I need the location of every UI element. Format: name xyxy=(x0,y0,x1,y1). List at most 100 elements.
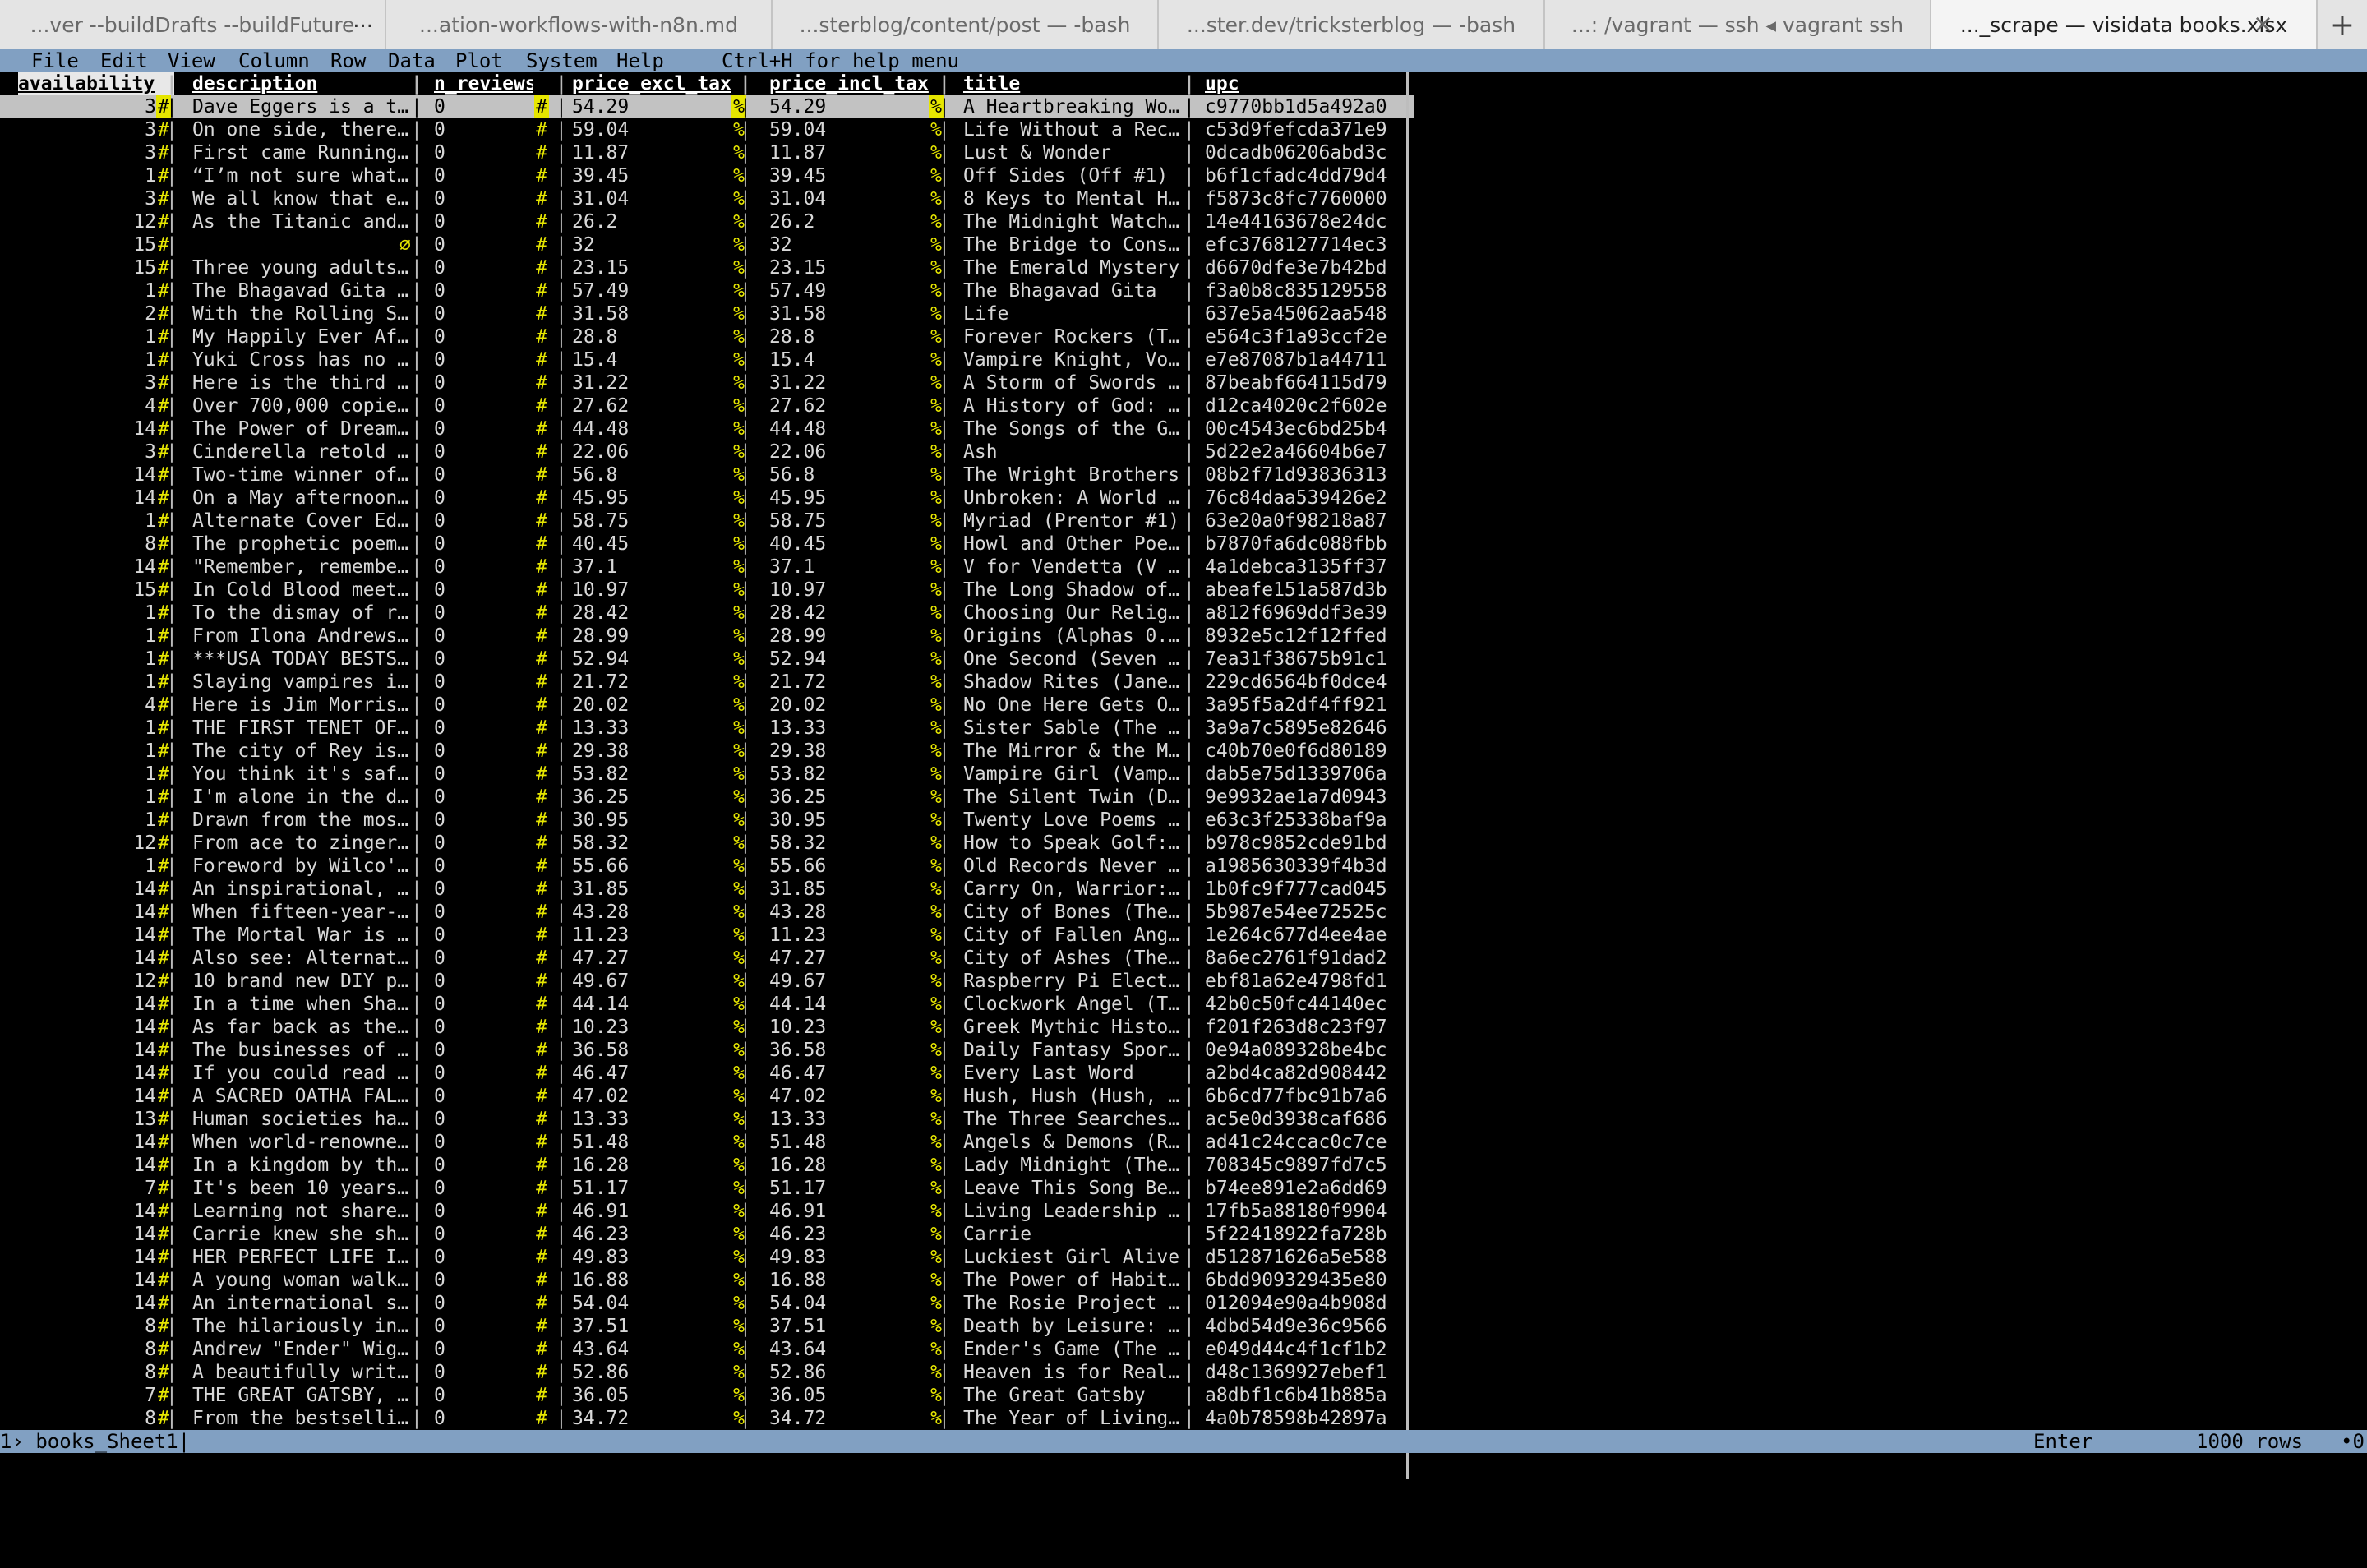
cell-upc[interactable]: d512871626a5e588 xyxy=(1205,1246,1405,1269)
cell-availability[interactable]: 14 xyxy=(18,463,156,487)
cell-availability[interactable]: 7 xyxy=(18,1177,156,1200)
cell-price-incl-tax[interactable]: 49.83 xyxy=(769,1246,934,1269)
cell-price-incl-tax[interactable]: 16.88 xyxy=(769,1269,934,1292)
cell-price-incl-tax[interactable]: 57.49 xyxy=(769,279,934,302)
cell-upc[interactable]: d12ca4020c2f602e xyxy=(1205,394,1405,417)
table-row[interactable]: 12 #10 brand new DIY p… 0 #49.67% 49.67% Rasp… xyxy=(0,970,1414,993)
cell-n-reviews[interactable]: 0 xyxy=(434,1361,533,1384)
menu-plot[interactable]: Plot xyxy=(455,49,503,72)
cell-upc[interactable]: 708345c9897fd7c5 xyxy=(1205,1154,1405,1177)
cell-availability[interactable]: 12 xyxy=(18,970,156,993)
cell-price-excl-tax[interactable]: 10.23 xyxy=(572,1016,736,1039)
cell-n-reviews[interactable]: 0 xyxy=(434,463,533,487)
cell-availability[interactable]: 3 xyxy=(18,141,156,164)
cell-upc[interactable]: 63e20a0f98218a87 xyxy=(1205,510,1405,533)
cell-n-reviews[interactable]: 0 xyxy=(434,901,533,924)
cell-price-excl-tax[interactable]: 52.94 xyxy=(572,648,736,671)
cell-price-excl-tax[interactable]: 13.33 xyxy=(572,717,736,740)
cell-price-incl-tax[interactable]: 16.28 xyxy=(769,1154,934,1177)
cell-n-reviews[interactable]: 0 xyxy=(434,394,533,417)
cell-price-incl-tax[interactable]: 59.04 xyxy=(769,118,934,141)
cell-title[interactable]: Choosing Our Relig… xyxy=(963,602,1184,625)
column-header-price-incl-tax[interactable]: price_incl_tax xyxy=(769,72,934,95)
cell-upc[interactable]: a1985630339f4b3d xyxy=(1205,855,1405,878)
cell-description[interactable]: When fifteen-year-… xyxy=(192,901,409,924)
cell-description[interactable]: A beautifully writ… xyxy=(192,1361,409,1384)
cell-description[interactable]: "Remember, remembe… xyxy=(192,556,409,579)
cell-price-incl-tax[interactable]: 10.97 xyxy=(769,579,934,602)
cell-availability[interactable]: 14 xyxy=(18,556,156,579)
cell-price-excl-tax[interactable]: 28.99 xyxy=(572,625,736,648)
cell-description[interactable]: Alternate Cover Ed… xyxy=(192,510,409,533)
cell-price-excl-tax[interactable]: 13.33 xyxy=(572,1108,736,1131)
cell-n-reviews[interactable]: 0 xyxy=(434,625,533,648)
cell-n-reviews[interactable]: 0 xyxy=(434,1085,533,1108)
cell-n-reviews[interactable]: 0 xyxy=(434,440,533,463)
cell-availability[interactable]: 14 xyxy=(18,1062,156,1085)
tab-0[interactable]: ...ver --buildDrafts --buildFuture... xyxy=(0,0,386,49)
cell-upc[interactable]: 9e9932ae1a7d0943 xyxy=(1205,786,1405,809)
cell-description[interactable]: Human societies ha… xyxy=(192,1108,409,1131)
cell-n-reviews[interactable]: 0 xyxy=(434,1407,533,1430)
cell-n-reviews[interactable]: 0 xyxy=(434,855,533,878)
cell-n-reviews[interactable]: 0 xyxy=(434,1292,533,1315)
table-row[interactable]: 14 # HER PERFECT LIFE I… 0 #49.83% 49.83% Luck… xyxy=(0,1246,1414,1269)
cell-upc[interactable]: c9770bb1d5a492a0 xyxy=(1205,95,1405,118)
cell-price-excl-tax[interactable]: 26.2 xyxy=(572,210,736,233)
cell-price-incl-tax[interactable]: 11.23 xyxy=(769,924,934,947)
cell-availability[interactable]: 1 xyxy=(18,325,156,348)
cell-description[interactable]: On a May afternoon… xyxy=(192,487,409,510)
cell-price-incl-tax[interactable]: 58.32 xyxy=(769,832,934,855)
cell-description[interactable]: In a kingdom by th… xyxy=(192,1154,409,1177)
cell-description[interactable]: On one side, there… xyxy=(192,118,409,141)
cell-upc[interactable]: b6f1cfadc4dd79d4 xyxy=(1205,164,1405,187)
table-row[interactable]: 1 # Yuki Cross has no … 0 #15.4% 15.4% Vampire… xyxy=(0,348,1414,371)
cell-price-excl-tax[interactable]: 36.25 xyxy=(572,786,736,809)
cell-price-excl-tax[interactable]: 11.87 xyxy=(572,141,736,164)
cell-price-incl-tax[interactable]: 44.14 xyxy=(769,993,934,1016)
cell-title[interactable]: The Great Gatsby xyxy=(963,1384,1184,1407)
cell-title[interactable]: City of Fallen Ang… xyxy=(963,924,1184,947)
table-row[interactable]: 4 # Over 700,000 copie… 0 #27.62% 27.62% A His… xyxy=(0,394,1414,417)
cell-price-excl-tax[interactable]: 44.48 xyxy=(572,417,736,440)
table-row[interactable]: 8 # A beautifully writ… 0 #52.86% 52.86% Heave… xyxy=(0,1361,1414,1384)
cell-availability[interactable]: 1 xyxy=(18,279,156,302)
cell-upc[interactable]: 012094e90a4b908d xyxy=(1205,1292,1405,1315)
cell-n-reviews[interactable]: 0 xyxy=(434,878,533,901)
cell-title[interactable]: The Long Shadow of… xyxy=(963,579,1184,602)
cell-n-reviews[interactable]: 0 xyxy=(434,1269,533,1292)
cell-n-reviews[interactable]: 0 xyxy=(434,533,533,556)
cell-description[interactable]: Here is Jim Morris… xyxy=(192,694,409,717)
cell-availability[interactable]: 3 xyxy=(18,95,156,118)
column-header-price-excl-tax[interactable]: price_excl_tax xyxy=(572,72,736,95)
table-row[interactable]: 14 # In a kingdom by th… 0 #16.28% 16.28% Lady… xyxy=(0,1154,1414,1177)
cell-price-excl-tax[interactable]: 58.32 xyxy=(572,832,736,855)
cell-price-incl-tax[interactable]: 51.17 xyxy=(769,1177,934,1200)
cell-price-excl-tax[interactable]: 57.49 xyxy=(572,279,736,302)
cell-description[interactable]: The prophetic poem… xyxy=(192,533,409,556)
table-row[interactable]: 14 # Two-time winner of… 0 #56.8% 56.8% The Wr… xyxy=(0,463,1414,487)
table-row[interactable]: 12 # From ace to zinger… 0 #58.32% 58.32% How … xyxy=(0,832,1414,855)
cell-price-incl-tax[interactable]: 54.29 xyxy=(769,95,934,118)
sheet-name[interactable]: 1› books_Sheet1| xyxy=(0,1430,190,1453)
cell-availability[interactable]: 3 xyxy=(18,118,156,141)
table-row[interactable]: 1 # THE FIRST TENET OF… 0 #13.33% 13.33% Siste… xyxy=(0,717,1414,740)
cell-n-reviews[interactable]: 0 xyxy=(434,210,533,233)
cell-price-excl-tax[interactable]: 31.58 xyxy=(572,302,736,325)
cell-price-incl-tax[interactable]: 52.86 xyxy=(769,1361,934,1384)
tab-1[interactable]: ...ation-workflows-with-n8n.md xyxy=(386,0,773,49)
new-tab-button[interactable]: + xyxy=(2318,0,2367,49)
cell-availability[interactable]: 12 xyxy=(18,210,156,233)
cell-upc[interactable]: f201f263d8c23f97 xyxy=(1205,1016,1405,1039)
cell-upc[interactable]: 637e5a45062aa548 xyxy=(1205,302,1405,325)
cell-availability[interactable]: 4 xyxy=(18,694,156,717)
cell-upc[interactable]: 3a95f5a2df4ff921 xyxy=(1205,694,1405,717)
cell-n-reviews[interactable]: 0 xyxy=(434,648,533,671)
cell-title[interactable]: V for Vendetta (V … xyxy=(963,556,1184,579)
cell-title[interactable]: Lady Midnight (The… xyxy=(963,1154,1184,1177)
cell-availability[interactable]: 15 xyxy=(18,233,156,256)
cell-availability[interactable]: 14 xyxy=(18,1016,156,1039)
cell-price-incl-tax[interactable]: 22.06 xyxy=(769,440,934,463)
cell-description[interactable]: Foreword by Wilco'… xyxy=(192,855,409,878)
cell-description[interactable]: Two-time winner of… xyxy=(192,463,409,487)
